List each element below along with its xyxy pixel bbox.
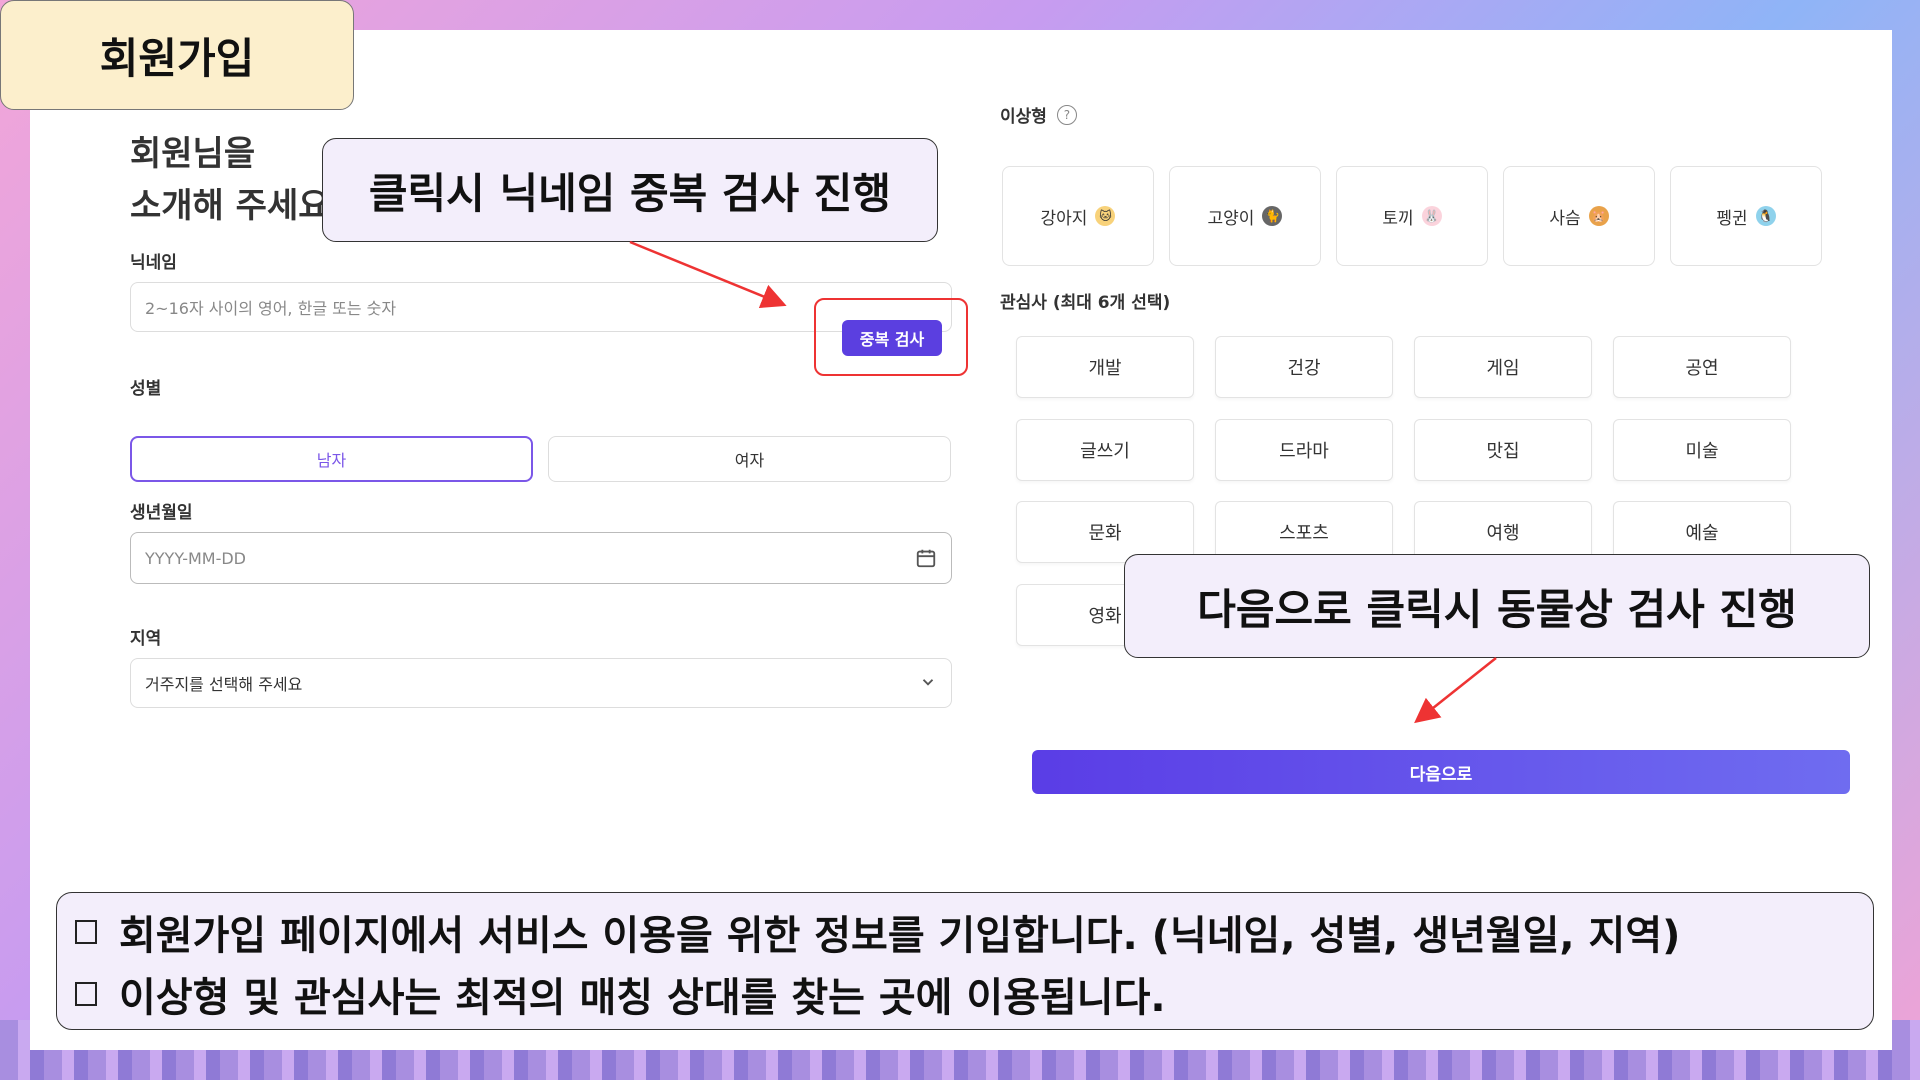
cat-face-icon: 🐱 xyxy=(1095,206,1116,226)
next-callout: 다음으로 클릭시 동물상 검사 진행 xyxy=(1124,554,1870,658)
note-text: 회원가입 페이지에서 서비스 이용을 위한 정보를 기입합니다. (닉네임, 성… xyxy=(119,913,1681,959)
ideal-option-label: 사슴 xyxy=(1549,208,1581,229)
gender-label: 성별 xyxy=(130,379,162,399)
region-select[interactable]: 거주지를 선택해 주세요 xyxy=(130,658,952,708)
ideal-option-label: 강아지 xyxy=(1040,208,1088,229)
checkbox-bullet-icon xyxy=(75,982,97,1006)
hamster-icon: 🐹 xyxy=(1588,206,1609,226)
interest-chip[interactable]: 맛집 xyxy=(1414,419,1592,481)
ideal-option-label: 펭귄 xyxy=(1716,208,1748,229)
interest-chip[interactable]: 게임 xyxy=(1414,336,1592,398)
help-icon[interactable]: ? xyxy=(1056,104,1077,125)
next-button[interactable]: 다음으로 xyxy=(1032,750,1850,794)
notes-box: 회원가입 페이지에서 서비스 이용을 위한 정보를 기입합니다. (닉네임, 성… xyxy=(56,892,1874,1030)
birth-placeholder: YYYY-MM-DD xyxy=(145,548,246,568)
note-item: 회원가입 페이지에서 서비스 이용을 위한 정보를 기입합니다. (닉네임, 성… xyxy=(75,901,1855,963)
ideal-option-dog[interactable]: 강아지 🐱 xyxy=(1002,166,1154,266)
region-label: 지역 xyxy=(130,629,162,649)
nickname-label: 닉네임 xyxy=(130,253,177,273)
interest-chip[interactable]: 공연 xyxy=(1613,336,1791,398)
interest-chip[interactable]: 건강 xyxy=(1215,336,1393,398)
note-item: 이상형 및 관심사는 최적의 매칭 상대를 찾는 곳에 이용됩니다. xyxy=(75,963,1855,1025)
intro-heading: 회원님을 소개해 주세요 xyxy=(130,128,330,232)
penguin-icon: 🐧 xyxy=(1755,206,1776,226)
ideal-option-label: 토끼 xyxy=(1382,208,1414,229)
nickname-callout: 클릭시 닉네임 중복 검사 진행 xyxy=(322,138,938,242)
checkbox-bullet-icon xyxy=(75,920,97,944)
ideal-option-cat[interactable]: 고양이 🐈 xyxy=(1169,166,1321,266)
rabbit-icon: 🐰 xyxy=(1421,206,1442,226)
cat-icon: 🐈 xyxy=(1262,206,1283,226)
gender-male-button[interactable]: 남자 xyxy=(130,436,533,482)
note-text: 이상형 및 관심사는 최적의 매칭 상대를 찾는 곳에 이용됩니다. xyxy=(119,975,1166,1021)
birth-date-input[interactable]: YYYY-MM-DD xyxy=(130,532,952,584)
slide-title: 회원가입 xyxy=(0,0,354,110)
ideal-type-label: 이상형 ? xyxy=(1000,102,1077,127)
ideal-option-label: 고양이 xyxy=(1207,208,1255,229)
region-value: 거주지를 선택해 주세요 xyxy=(145,675,303,694)
interest-chip[interactable]: 개발 xyxy=(1016,336,1194,398)
interest-chip[interactable]: 드라마 xyxy=(1215,419,1393,481)
nickname-placeholder: 2~16자 사이의 영어, 한글 또는 숫자 xyxy=(145,299,397,318)
highlight-box xyxy=(814,298,968,376)
ideal-option-rabbit[interactable]: 토끼 🐰 xyxy=(1336,166,1488,266)
interest-chip[interactable]: 글쓰기 xyxy=(1016,419,1194,481)
birth-label: 생년월일 xyxy=(130,503,193,523)
intro-line-2: 소개해 주세요 xyxy=(130,186,330,226)
gender-female-button[interactable]: 여자 xyxy=(548,436,951,482)
intro-line-1: 회원님을 xyxy=(130,134,256,174)
calendar-icon[interactable] xyxy=(915,547,937,569)
chevron-down-icon xyxy=(922,679,934,686)
ideal-option-deer[interactable]: 사슴 🐹 xyxy=(1503,166,1655,266)
ideal-option-penguin[interactable]: 펭귄 🐧 xyxy=(1670,166,1822,266)
interests-label: 관심사 (최대 6개 선택) xyxy=(1000,293,1171,313)
ideal-type-label-text: 이상형 xyxy=(1000,107,1047,127)
interest-chip[interactable]: 미술 xyxy=(1613,419,1791,481)
